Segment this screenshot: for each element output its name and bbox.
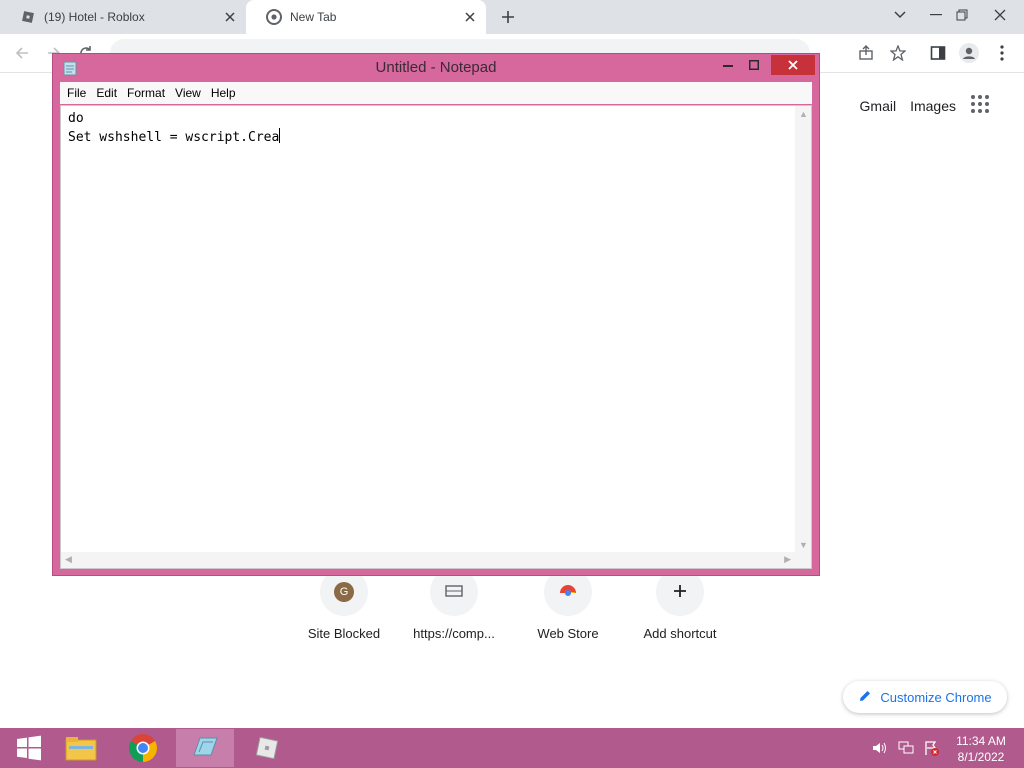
vertical-scrollbar[interactable]: ▲ ▼: [795, 106, 811, 552]
tab-strip: (19) Hotel - Roblox New Tab: [0, 0, 1024, 34]
side-panel-icon[interactable]: [928, 43, 948, 63]
taskbar-clock[interactable]: 11:34 AM 8/1/2022: [948, 733, 1014, 765]
notepad-title: Untitled - Notepad: [375, 59, 497, 76]
notepad-taskbar-icon[interactable]: [176, 729, 234, 767]
customize-chrome-button[interactable]: Customize Chrome: [843, 681, 1007, 713]
horizontal-scrollbar[interactable]: ◀ ▶: [61, 552, 795, 568]
notepad-content: do Set wshshell = wscript.Crea: [68, 110, 788, 147]
images-link[interactable]: Images: [910, 98, 956, 114]
text-line: Set wshshell = wscript.Crea: [68, 130, 280, 145]
shortcut-label: Web Store: [537, 626, 599, 641]
network-icon[interactable]: [898, 740, 914, 756]
shortcut-site-blocked[interactable]: G Site Blocked: [294, 568, 394, 641]
action-center-flag-icon[interactable]: [923, 740, 939, 756]
shortcut-comp[interactable]: https://comp...: [404, 568, 504, 641]
menu-format[interactable]: Format: [127, 86, 165, 100]
close-tab-icon[interactable]: [462, 9, 478, 25]
menu-view[interactable]: View: [175, 86, 201, 100]
taskbar: 11:34 AM 8/1/2022: [0, 728, 1024, 768]
scroll-right-arrow-icon[interactable]: ▶: [784, 554, 791, 565]
close-tab-icon[interactable]: [222, 9, 238, 25]
plus-icon: [673, 584, 687, 601]
chrome-icon[interactable]: [114, 729, 172, 767]
window-close-icon[interactable]: [984, 0, 1016, 30]
menu-file[interactable]: File: [67, 86, 86, 100]
letter-g-icon: G: [334, 582, 354, 602]
profile-avatar-icon[interactable]: [959, 43, 979, 63]
new-tab-plus-icon[interactable]: [498, 7, 518, 27]
resize-grip-icon[interactable]: [795, 552, 811, 568]
tab-new-tab[interactable]: New Tab: [246, 0, 486, 34]
chrome-icon: [266, 9, 282, 25]
notepad-maximize-icon[interactable]: [743, 55, 765, 75]
notepad-window[interactable]: Untitled - Notepad File Edit Format View…: [52, 53, 820, 576]
notepad-minimize-icon[interactable]: [717, 55, 739, 75]
pencil-icon: [858, 689, 872, 706]
tab-title: (19) Hotel - Roblox: [44, 10, 145, 24]
menu-help[interactable]: Help: [211, 86, 236, 100]
tab-title: New Tab: [290, 10, 337, 24]
notepad-close-icon[interactable]: [771, 55, 815, 75]
file-explorer-icon[interactable]: [52, 729, 110, 767]
bookmark-star-icon[interactable]: [888, 43, 908, 63]
ntp-top-links: Gmail Images: [860, 94, 994, 118]
text-line: do: [68, 111, 84, 126]
chrome-menu-icon[interactable]: [992, 43, 1012, 63]
back-arrow-icon[interactable]: [12, 43, 32, 63]
roblox-icon[interactable]: [238, 729, 296, 767]
customize-chrome-label: Customize Chrome: [880, 689, 992, 705]
menu-edit[interactable]: Edit: [96, 86, 117, 100]
volume-icon[interactable]: [872, 740, 888, 756]
shortcut-add[interactable]: Add shortcut: [630, 568, 730, 641]
clock-date: 8/1/2022: [957, 750, 1005, 764]
notepad-menubar: File Edit Format View Help: [60, 82, 812, 104]
scroll-left-arrow-icon[interactable]: ◀: [65, 554, 72, 565]
shortcut-label: Add shortcut: [643, 626, 717, 641]
tab-roblox[interactable]: (19) Hotel - Roblox: [0, 0, 246, 34]
notepad-text-area[interactable]: do Set wshshell = wscript.Crea ▲ ▼ ◀ ▶: [60, 105, 812, 569]
shortcut-label: Site Blocked: [307, 626, 381, 641]
web-store-icon: [558, 581, 578, 604]
start-icon[interactable]: [0, 729, 58, 767]
text-caret: [279, 128, 281, 143]
clock-time: 11:34 AM: [956, 734, 1006, 748]
roblox-icon: [20, 9, 36, 25]
shortcut-label: https://comp...: [413, 626, 495, 641]
apps-grid-icon[interactable]: [970, 94, 994, 118]
share-icon[interactable]: [856, 43, 876, 63]
scroll-down-arrow-icon[interactable]: ▼: [799, 540, 808, 550]
gmail-link[interactable]: Gmail: [860, 98, 897, 114]
site-icon: [444, 583, 464, 602]
window-restore-icon[interactable]: [946, 0, 978, 30]
scroll-up-arrow-icon[interactable]: ▲: [799, 109, 808, 119]
shortcut-web-store[interactable]: Web Store: [518, 568, 618, 641]
tab-search-chevron-icon[interactable]: [884, 0, 916, 30]
